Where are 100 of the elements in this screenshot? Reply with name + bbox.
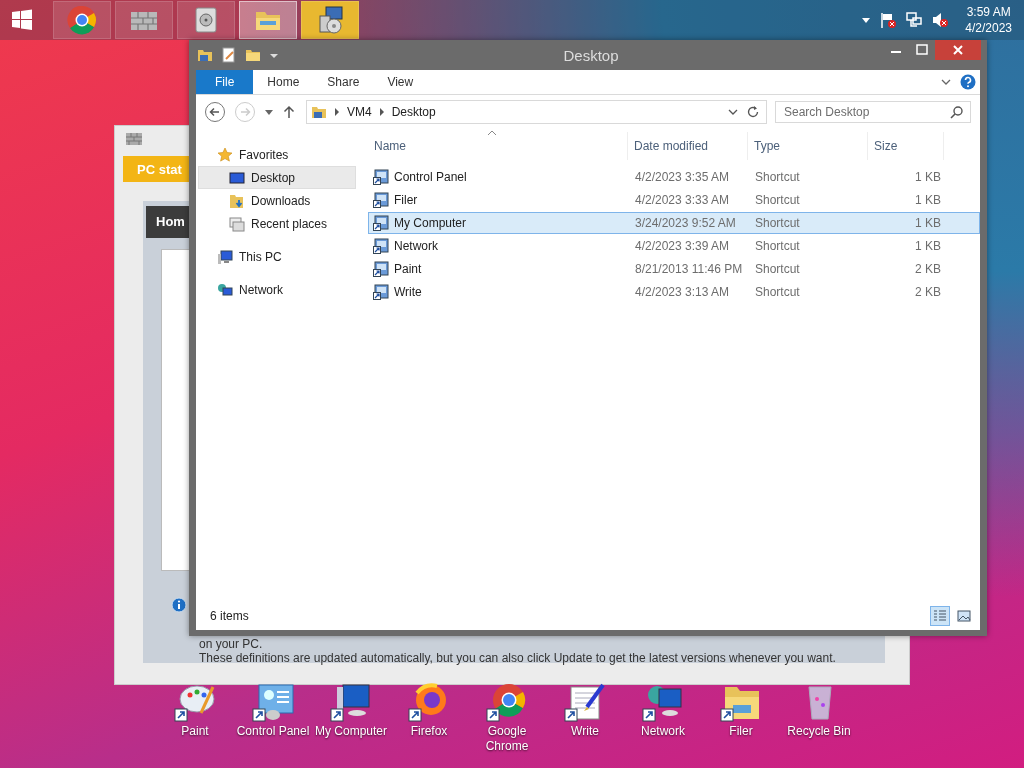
taskbar-button[interactable] — [301, 1, 359, 39]
shortcut-icon — [373, 169, 389, 185]
flag-icon[interactable] — [879, 11, 898, 29]
date-cell-text: 4/2/2023 3:33 AM — [634, 193, 731, 207]
nav-tab[interactable]: Hom — [146, 206, 190, 238]
column-header[interactable]: Name — [368, 132, 628, 160]
info-text: on your PC. — [199, 637, 264, 651]
nav-item[interactable]: Network — [196, 278, 356, 301]
details-view-icon — [933, 609, 947, 623]
desktop-shortcut[interactable]: Recycle Bin — [780, 683, 858, 754]
desktop-icon — [229, 169, 245, 186]
nav-item[interactable]: This PC — [196, 245, 356, 268]
shortcut-label: Write — [571, 724, 599, 739]
taskbar-button[interactable] — [177, 1, 235, 39]
downloads-icon — [229, 192, 245, 209]
brick-wall-icon — [126, 133, 142, 145]
back-button[interactable] — [204, 101, 226, 123]
breadcrumb[interactable]: VM4 — [347, 105, 372, 119]
ribbon-tab[interactable]: View — [373, 70, 428, 94]
window-header-text: PC stat — [136, 161, 182, 177]
network-icon — [217, 281, 233, 298]
size-cell-text: 1 KB — [914, 239, 942, 253]
shortcut-label: Google Chrome — [484, 724, 530, 754]
size-cell-text: 1 KB — [914, 170, 942, 184]
recent-places-icon — [229, 215, 245, 232]
desktop-shortcut[interactable]: Write — [546, 683, 624, 754]
shortcut-icon — [373, 261, 389, 277]
breadcrumb[interactable]: Desktop — [391, 105, 436, 119]
chrome-icon — [66, 4, 98, 36]
folder-icon — [311, 104, 327, 120]
desktop-shortcut[interactable]: My Computer — [312, 683, 390, 754]
clock[interactable]: 3:59 AM 4/2/2023 — [965, 4, 1012, 36]
properties-icon[interactable] — [221, 47, 237, 63]
close-button[interactable] — [935, 40, 981, 60]
file-name: Paint — [394, 262, 422, 276]
desktop-shortcut[interactable]: Firefox — [390, 683, 468, 754]
column-header[interactable]: Date modified — [628, 132, 748, 160]
desktop-shortcut[interactable]: Filer — [702, 683, 780, 754]
nav-item[interactable]: Downloads — [198, 189, 356, 212]
file-name: Write — [394, 285, 422, 299]
date-cell-text: 3/24/2023 9:52 AM — [634, 216, 737, 230]
file-name: Filer — [394, 193, 418, 207]
file-name: Network — [394, 239, 438, 253]
search-field[interactable]: Search Desktop — [775, 101, 971, 123]
computer-icon — [217, 248, 233, 265]
window-title: Desktop — [562, 46, 620, 64]
taskbar-button[interactable] — [239, 1, 297, 39]
desktop-shortcut[interactable]: Network — [624, 683, 702, 754]
file-row[interactable]: Write 4/2/2023 3:13 AM Shortcut 2 KB — [368, 281, 980, 303]
type-cell-text: Shortcut — [754, 239, 801, 253]
file-name: My Computer — [394, 216, 467, 230]
file-row[interactable]: My Computer 3/24/2023 9:52 AM Shortcut 1 KB — [368, 212, 980, 234]
network-icon — [641, 683, 685, 723]
column-header[interactable]: Type — [748, 132, 868, 160]
network-icon[interactable] — [905, 11, 924, 29]
desktop-shortcut[interactable]: Control Panel — [234, 683, 312, 754]
ribbon-tab[interactable]: Home — [253, 70, 314, 94]
file-row[interactable]: Filer 4/2/2023 3:33 AM Shortcut 1 KB — [368, 189, 980, 211]
date-cell-text: 4/2/2023 3:35 AM — [634, 170, 731, 184]
size-cell-text: 1 KB — [914, 216, 942, 230]
file-row[interactable]: Paint 8/21/2013 11:46 PM Shortcut 2 KB — [368, 258, 980, 280]
caret-icon[interactable] — [264, 107, 274, 117]
nav-item[interactable]: Desktop — [198, 166, 356, 189]
file-row[interactable]: Network 4/2/2023 3:39 AM Shortcut 1 KB — [368, 235, 980, 257]
new-folder-icon[interactable] — [245, 47, 261, 63]
write-icon — [563, 683, 607, 723]
desktop-shortcut[interactable]: Paint — [156, 683, 234, 754]
item-count: 6 items — [210, 609, 249, 623]
shortcut-label: My Computer — [315, 724, 387, 739]
search-icon — [950, 105, 964, 119]
large-icons-view-icon — [957, 609, 971, 623]
nav-item[interactable]: Favorites — [196, 143, 356, 166]
date-cell-text: 4/2/2023 3:13 AM — [634, 285, 731, 299]
type-cell-text: Shortcut — [754, 285, 801, 299]
date-cell-text: 8/21/2013 11:46 PM — [634, 262, 744, 276]
shortcut-label: Firefox — [410, 724, 448, 739]
type-cell-text: Shortcut — [754, 262, 801, 276]
shortcut-label: Network — [641, 724, 685, 739]
file-row[interactable]: Control Panel 4/2/2023 3:35 AM Shortcut 1 KB — [368, 166, 980, 188]
taskbar-button[interactable] — [115, 1, 173, 39]
type-cell-text: Shortcut — [754, 216, 801, 230]
folder-icon[interactable] — [197, 47, 213, 63]
ribbon-tab[interactable]: File — [196, 70, 254, 94]
file-name: Control Panel — [394, 170, 467, 184]
ribbon-tab[interactable]: Share — [313, 70, 374, 94]
refresh-icon[interactable] — [746, 105, 760, 119]
up-arrow-icon[interactable] — [282, 105, 296, 119]
shortcut-label: Filer — [729, 724, 753, 739]
info-icon — [171, 597, 187, 613]
shortcut-label: Recycle Bin — [787, 724, 851, 739]
help-icon[interactable] — [960, 74, 976, 90]
shortcut-label: Paint — [181, 724, 209, 739]
shortcut-icon — [373, 215, 389, 231]
caret-icon[interactable] — [861, 15, 872, 25]
desktop-shortcut[interactable]: Google Chrome — [468, 683, 546, 754]
taskbar-button[interactable] — [53, 1, 111, 39]
volume-muted-icon[interactable] — [931, 11, 950, 29]
nav-item[interactable]: Recent places — [198, 212, 356, 235]
column-header[interactable]: Size — [868, 132, 944, 160]
address-bar[interactable]: VM4 Desktop — [306, 100, 767, 124]
